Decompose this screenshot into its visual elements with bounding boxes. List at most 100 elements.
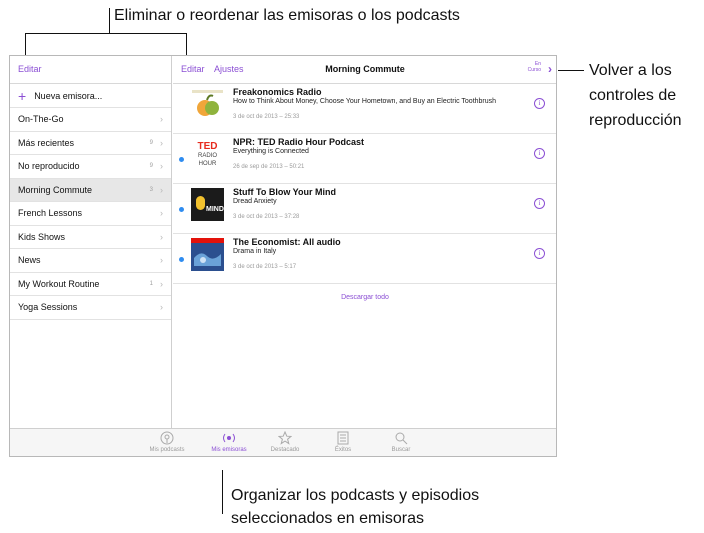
sidebar-item-news[interactable]: News › <box>10 249 171 273</box>
new-station-button[interactable]: + Nueva emisora... <box>10 84 171 108</box>
podcast-title: Freakonomics Radio <box>233 87 322 97</box>
info-icon[interactable]: i <box>534 248 545 259</box>
sidebar-item-kids-shows[interactable]: Kids Shows › <box>10 226 171 249</box>
sidebar-item-morning-commute[interactable]: Morning Commute 3 › <box>10 178 171 202</box>
sidebar-item-label: French Lessons <box>18 208 83 219</box>
sidebar-item-yoga-sessions[interactable]: Yoga Sessions › <box>10 296 171 320</box>
art-text-ted: TED <box>197 141 218 152</box>
stations-sidebar: Editar + Nueva emisora... On-The-Go › Más … <box>10 56 172 428</box>
now-playing-label-2: Curso <box>527 67 541 73</box>
sidebar-item-label: Más recientes <box>18 137 75 148</box>
ted-radio-hour-artwork: TED RADIO HOUR <box>191 138 224 171</box>
callout-line <box>222 470 223 514</box>
episode-date: 3 de oct de 2013 – 5:17 <box>233 264 297 270</box>
sidebar-item-label: News <box>18 255 41 266</box>
chevron-right-icon[interactable]: › <box>548 62 552 76</box>
sidebar-edit-button[interactable]: Editar <box>10 56 171 84</box>
podcast-icon <box>141 431 193 447</box>
sidebar-item-label: Kids Shows <box>18 231 66 242</box>
episode-list: Freakonomics Radio How to Think About Mon… <box>173 84 556 284</box>
episode-row[interactable]: MIND Stuff To Blow Your Mind Dread Anxiety… <box>173 184 556 234</box>
callout-now-playing-3: reproducción <box>589 112 682 129</box>
detail-header: Editar Ajustes Morning Commute En Curso … <box>173 56 556 84</box>
chevron-right-icon: › <box>160 137 163 148</box>
episode-title: Drama in Italy <box>233 248 277 255</box>
episode-date: 3 de oct de 2013 – 37:28 <box>233 214 300 220</box>
podcast-title: The Economist: All audio <box>233 237 341 247</box>
episode-count: 3 <box>149 186 153 193</box>
callout-line <box>558 70 584 71</box>
callout-line <box>25 33 187 34</box>
episode-count: 1 <box>149 280 153 287</box>
callout-now-playing-1: Volver a los <box>589 62 672 79</box>
episode-date: 3 de oct de 2013 – 25:33 <box>233 114 300 120</box>
freakonomics-artwork <box>191 88 224 121</box>
callout-now-playing-2: controles de <box>589 87 677 104</box>
tab-label: Éxitos <box>334 447 352 453</box>
plus-icon: + <box>18 87 27 104</box>
sidebar-item-my-workout-routine[interactable]: My Workout Routine 1 › <box>10 273 171 296</box>
art-text-hour: HOUR <box>198 161 217 167</box>
sidebar-item-label: My Workout Routine <box>18 278 100 289</box>
chevron-right-icon: › <box>160 255 163 266</box>
tab-mis-emisoras[interactable]: Mis emisoras <box>203 431 255 453</box>
episode-title: Dread Anxiety <box>233 198 277 205</box>
tab-mis-podcasts[interactable]: Mis podcasts <box>141 431 193 453</box>
art-text-radio: RADIO <box>197 153 217 159</box>
info-icon[interactable]: i <box>534 98 545 109</box>
download-all-button[interactable]: Descargar todo <box>173 294 556 301</box>
unplayed-dot-icon <box>179 207 184 212</box>
callout-organize-1: Organizar los podcasts y episodios <box>231 487 480 504</box>
search-icon <box>375 431 427 447</box>
unplayed-dot-icon <box>179 257 184 262</box>
station-list: On-The-Go › Más recientes 9 › No reproducido 9… <box>10 108 171 320</box>
stations-icon <box>203 431 255 447</box>
tab-label: Mis emisoras <box>211 447 247 453</box>
station-title: Morning Commute <box>325 64 405 74</box>
chevron-right-icon: › <box>160 161 163 172</box>
chevron-right-icon: › <box>160 302 163 313</box>
episode-count: 9 <box>149 139 153 146</box>
info-icon[interactable]: i <box>534 198 545 209</box>
episode-count: 9 <box>149 163 153 170</box>
economist-artwork <box>191 238 224 271</box>
podcasts-app-window: Editar + Nueva emisora... On-The-Go › Más … <box>9 55 557 457</box>
sidebar-item-m-s-recientes[interactable]: Más recientes 9 › <box>10 132 171 155</box>
sidebar-item-label: Morning Commute <box>18 184 93 195</box>
episode-row[interactable]: The Economist: All audio Drama in Italy 3 … <box>173 234 556 284</box>
unplayed-dot-icon <box>179 157 184 162</box>
tab-buscar[interactable]: Buscar <box>375 431 427 453</box>
station-detail: Editar Ajustes Morning Commute En Curso … <box>173 56 556 428</box>
chevron-right-icon: › <box>160 231 163 242</box>
sidebar-item-label: No reproducido <box>18 161 80 172</box>
sidebar-item-on-the-go[interactable]: On-The-Go › <box>10 108 171 132</box>
tab-label: Destacado <box>270 447 300 453</box>
chevron-right-icon: › <box>160 278 163 289</box>
new-station-label: Nueva emisora... <box>34 90 103 101</box>
stuff-to-blow-your-mind-artwork: MIND <box>191 188 224 221</box>
tab-label: Mis podcasts <box>149 447 185 453</box>
sidebar-item-label: Yoga Sessions <box>18 302 78 313</box>
chevron-right-icon: › <box>160 184 163 195</box>
art-text-mind: MIND <box>206 206 224 213</box>
top-charts-icon <box>317 431 369 447</box>
episode-row[interactable]: Freakonomics Radio How to Think About Mon… <box>173 84 556 134</box>
callout-organize-2: seleccionados en emisoras <box>231 510 424 527</box>
podcast-title: Stuff To Blow Your Mind <box>233 187 336 197</box>
sidebar-item-french-lessons[interactable]: French Lessons › <box>10 202 171 226</box>
chevron-right-icon: › <box>160 208 163 219</box>
tab-éxitos[interactable]: Éxitos <box>317 431 369 453</box>
tab-bar: Mis podcasts Mis emisoras Destacado Éxitos B… <box>10 428 556 456</box>
episode-date: 26 de sep de 2013 – 50:21 <box>233 164 305 170</box>
sidebar-item-label: On-The-Go <box>18 114 64 125</box>
now-playing-button[interactable]: En Curso <box>528 61 541 73</box>
episode-row[interactable]: TED RADIO HOUR NPR: TED Radio Hour Podcast E… <box>173 134 556 184</box>
chevron-right-icon: › <box>160 114 163 125</box>
sidebar-item-no-reproducido[interactable]: No reproducido 9 › <box>10 155 171 179</box>
podcast-title: NPR: TED Radio Hour Podcast <box>233 137 365 147</box>
tab-label: Buscar <box>391 447 411 453</box>
info-icon[interactable]: i <box>534 148 545 159</box>
tab-destacado[interactable]: Destacado <box>259 430 311 453</box>
callout-line <box>109 8 110 34</box>
episode-title: Everything is Connected <box>233 148 309 155</box>
